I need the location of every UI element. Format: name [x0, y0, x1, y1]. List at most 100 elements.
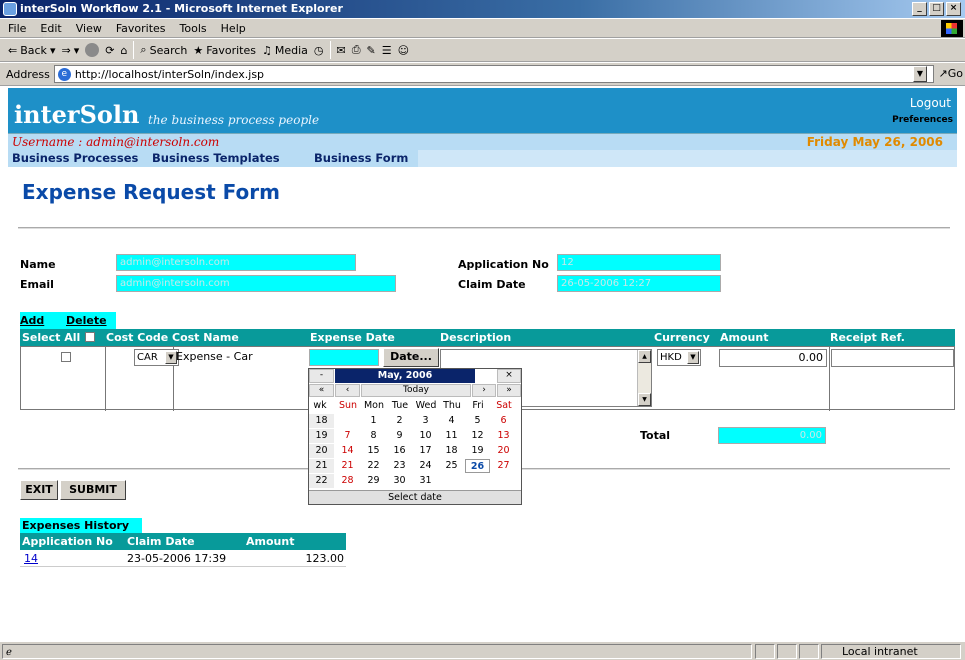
discuss-button[interactable]: ☰ — [382, 44, 392, 57]
calendar-day[interactable]: 7 — [335, 429, 360, 443]
calendar-day[interactable]: 27 — [491, 459, 516, 473]
next-year-button[interactable]: » — [497, 384, 521, 397]
amount-input[interactable]: 0.00 — [719, 349, 827, 367]
calendar-day[interactable]: 23 — [387, 459, 412, 473]
today-button[interactable]: Today — [361, 384, 471, 397]
history-claim-date: 23-05-2006 17:39 — [127, 552, 227, 565]
calendar-help-button[interactable]: - — [309, 369, 334, 383]
calendar-day[interactable]: 14 — [335, 444, 360, 458]
logout-link[interactable]: Logout — [910, 96, 951, 110]
menu-edit[interactable]: Edit — [40, 22, 61, 35]
col-cost-name: Cost Name — [172, 331, 239, 344]
calendar-day[interactable]: 13 — [491, 429, 516, 443]
receipt-ref-input[interactable] — [831, 349, 954, 367]
history-application-link[interactable]: 14 — [24, 552, 38, 565]
calendar-week-number: 22 — [309, 474, 334, 488]
zone-label: Local intranet — [842, 645, 918, 658]
menu-favorites[interactable]: Favorites — [116, 22, 166, 35]
name-field[interactable]: admin@intersoln.com — [116, 254, 356, 271]
calendar-day[interactable]: 30 — [387, 474, 412, 488]
favorites-button[interactable]: ★ Favorites — [193, 44, 256, 57]
calendar-day[interactable]: 10 — [413, 429, 438, 443]
print-icon: ⎙ — [351, 43, 361, 56]
nav-business-processes[interactable]: Business Processes — [12, 151, 138, 165]
media-button[interactable]: ♫ Media — [262, 44, 308, 57]
calendar-day[interactable]: 9 — [387, 429, 412, 443]
calendar-day[interactable]: 29 — [361, 474, 386, 488]
add-link[interactable]: Add — [20, 314, 44, 327]
row-select-checkbox[interactable] — [61, 352, 71, 362]
prev-month-button[interactable]: ‹ — [335, 384, 360, 397]
home-button[interactable]: ⌂ — [120, 44, 127, 57]
claim-date-field[interactable]: 26-05-2006 12:27 — [557, 275, 721, 292]
next-month-button[interactable]: › — [472, 384, 496, 397]
preferences-link[interactable]: Preferences — [892, 115, 953, 125]
address-input[interactable]: e http://localhost/interSoln/index.jsp — [53, 65, 934, 83]
ie-icon — [3, 2, 17, 16]
calendar-day[interactable]: 25 — [439, 459, 464, 473]
exit-button[interactable]: EXIT — [20, 480, 58, 500]
calendar-day[interactable]: 26 — [465, 459, 490, 473]
calendar-day[interactable]: 11 — [439, 429, 464, 443]
email-field[interactable]: admin@intersoln.com — [116, 275, 396, 292]
address-dropdown-button[interactable]: ▼ — [913, 66, 927, 82]
close-button[interactable]: × — [946, 2, 961, 16]
submit-button[interactable]: SUBMIT — [60, 480, 126, 500]
stop-button[interactable] — [85, 43, 100, 57]
print-button[interactable]: ⎙ — [352, 43, 361, 57]
date-picker-button[interactable]: Date... — [383, 348, 439, 367]
expense-date-field[interactable] — [309, 349, 379, 366]
scroll-up-icon[interactable]: ▲ — [638, 350, 651, 363]
calendar-close-button[interactable]: × — [497, 369, 521, 383]
menu-help[interactable]: Help — [221, 22, 246, 35]
mail-button[interactable]: ✉ — [337, 44, 346, 57]
go-button[interactable]: ↗Go — [939, 67, 963, 80]
calendar-day[interactable]: 15 — [361, 444, 386, 458]
calendar-day[interactable]: 22 — [361, 459, 386, 473]
forward-button[interactable]: ⇒ ▾ — [61, 44, 79, 57]
calendar-day[interactable]: 3 — [413, 414, 438, 428]
calendar-day[interactable]: 17 — [413, 444, 438, 458]
calendar-day[interactable]: 12 — [465, 429, 490, 443]
calendar-day[interactable]: 18 — [439, 444, 464, 458]
application-no-field[interactable]: 12 — [557, 254, 721, 271]
calendar-day-header: wk — [313, 400, 327, 411]
page-icon: e — [57, 67, 71, 81]
calendar-day[interactable]: 28 — [335, 474, 360, 488]
calendar-day[interactable]: 8 — [361, 429, 386, 443]
calendar-day[interactable]: 4 — [439, 414, 464, 428]
menu-view[interactable]: View — [76, 22, 102, 35]
delete-link[interactable]: Delete — [66, 314, 107, 327]
edit-button[interactable]: ✎ — [367, 44, 376, 57]
search-button[interactable]: ⌕ Search — [140, 43, 187, 57]
calendar-day[interactable]: 21 — [335, 459, 360, 473]
description-scrollbar[interactable]: ▲ ▼ — [637, 350, 651, 406]
scroll-down-icon[interactable]: ▼ — [638, 393, 651, 406]
calendar-day[interactable]: 16 — [387, 444, 412, 458]
calendar-day[interactable]: 19 — [465, 444, 490, 458]
calendar-day[interactable]: 6 — [491, 414, 516, 428]
calendar-day[interactable]: 2 — [387, 414, 412, 428]
calendar-day[interactable]: 5 — [465, 414, 490, 428]
nav-business-templates[interactable]: Business Templates — [152, 151, 280, 165]
refresh-button[interactable]: ⟳ — [105, 44, 114, 57]
stop-icon — [85, 43, 100, 57]
minimize-button[interactable]: _ — [912, 2, 927, 16]
site-logo: interSoln — [14, 100, 140, 129]
nav-business-form[interactable]: Business Form — [314, 151, 408, 165]
calendar-day[interactable]: 24 — [413, 459, 438, 473]
calendar-day[interactable]: 20 — [491, 444, 516, 458]
history-button[interactable]: ◷ — [314, 44, 324, 57]
menu-tools[interactable]: Tools — [180, 22, 207, 35]
currency-select[interactable]: HKD ▼ — [657, 349, 701, 366]
select-all-checkbox[interactable] — [85, 332, 95, 342]
windows-logo-icon — [941, 20, 963, 37]
maximize-button[interactable]: □ — [929, 2, 944, 16]
cost-code-select[interactable]: CAR ▼ — [134, 349, 179, 366]
prev-year-button[interactable]: « — [309, 384, 334, 397]
messenger-button[interactable]: ☺ — [398, 44, 409, 57]
back-button[interactable]: ⇐ Back ▾ — [8, 44, 55, 57]
menu-file[interactable]: File — [8, 22, 26, 35]
calendar-day[interactable]: 1 — [361, 414, 386, 428]
calendar-day[interactable]: 31 — [413, 474, 438, 488]
